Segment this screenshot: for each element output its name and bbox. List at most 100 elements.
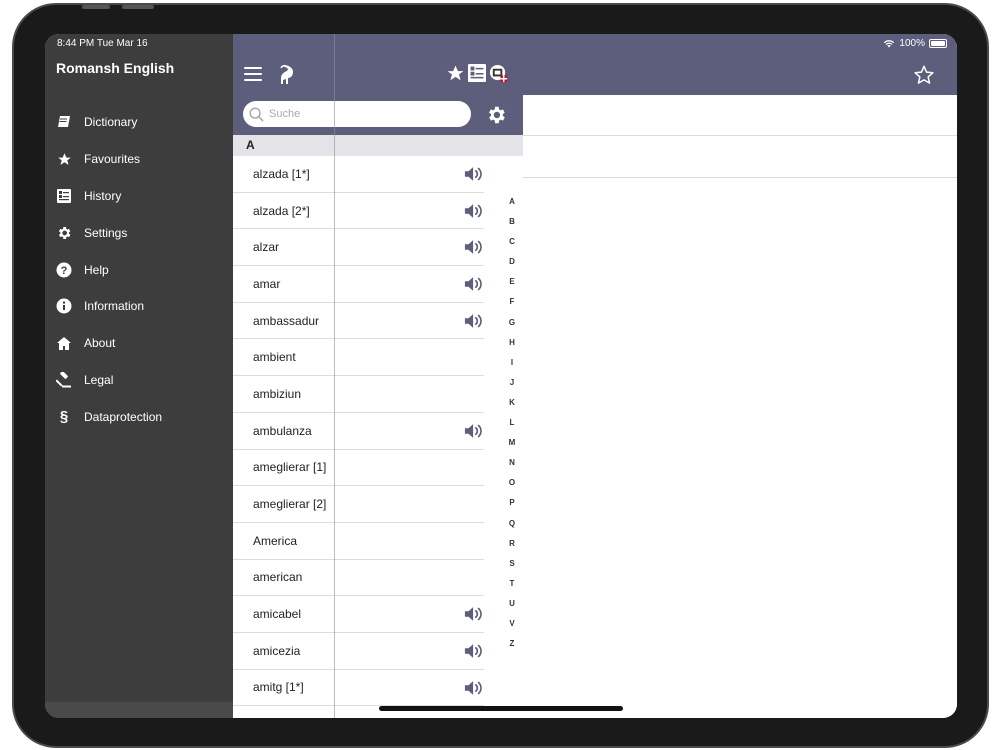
menu-button[interactable] [244,67,262,81]
index-letter[interactable]: B [505,212,519,232]
history-icon[interactable] [468,64,486,82]
speaker-icon[interactable] [464,422,484,440]
search-field[interactable] [243,101,471,127]
sidebar-footer [45,702,233,718]
index-letter[interactable]: N [505,453,519,473]
list-item-label: ameglierar [2] [253,497,327,512]
list-item-label: ambassadur [253,313,320,328]
sidebar-item-about[interactable]: About [45,325,233,362]
search-input[interactable] [269,108,449,120]
gavel-icon [56,371,72,388]
gear-icon[interactable] [485,104,507,126]
list-item[interactable]: ameglierar [1] [233,450,484,487]
index-letter[interactable]: D [505,252,519,272]
list-item-label: alzar [253,240,280,255]
list-item-label: amitg [1*] [253,680,304,695]
index-letter[interactable]: R [505,534,519,554]
home-indicator[interactable] [379,706,623,711]
list-item-label: ambient [253,350,296,365]
sidebar-item-label: Information [84,299,145,314]
list-item[interactable]: amar [233,266,484,303]
index-letter[interactable]: C [505,232,519,252]
index-letter[interactable]: U [505,594,519,614]
index-letter[interactable]: M [505,433,519,453]
sidebar-item-favourites[interactable]: Favourites [45,141,233,178]
list-item[interactable]: America [233,523,484,560]
list-item-label: ambulanza [253,423,312,438]
list-item[interactable]: alzada [1*] [233,156,484,193]
sidebar-item-information[interactable]: Information [45,288,233,325]
list-item[interactable]: amitg [1*] [233,670,484,707]
index-letter[interactable]: F [505,292,519,312]
index-letter[interactable]: K [505,393,519,413]
sidebar-item-label: Dataprotection [84,409,163,424]
index-letter[interactable]: O [505,473,519,493]
speaker-icon[interactable] [464,238,484,256]
list-item-label: amicezia [253,643,301,658]
favourite-star-icon[interactable] [913,64,935,86]
speaker-icon[interactable] [464,275,484,293]
index-letter[interactable]: T [505,574,519,594]
sidebar-nav: Dictionary Favourites History Settings ?… [45,104,233,435]
divider [523,177,957,178]
list-item[interactable]: ambiziun [233,376,484,413]
column-divider [334,34,335,718]
speaker-icon[interactable] [464,642,484,660]
list-item-label: ambiziun [253,386,302,401]
sidebar-item-legal[interactable]: Legal [45,362,233,399]
sidebar-item-history[interactable]: History [45,178,233,215]
alphabet-index: ABCDEFGHIJKLMNOPQRSTUVZ [505,192,519,654]
list-item-label: alzada [2*] [253,203,310,218]
sidebar-item-label: Legal [84,372,114,387]
sidebar-item-help[interactable]: ? Help [45,251,233,288]
list-item-label: alzada [1*] [253,166,310,181]
divider [523,135,957,136]
list-item[interactable]: ambassadur [233,303,484,340]
list-item[interactable]: ambulanza [233,413,484,450]
index-letter[interactable]: P [505,493,519,513]
list-item[interactable]: alzada [2*] [233,193,484,230]
sidebar-item-dictionary[interactable]: Dictionary [45,104,233,141]
ibex-logo-icon[interactable] [276,64,296,86]
index-letter[interactable]: H [505,333,519,353]
status-time: 8:44 PM Tue Mar 16 [57,38,148,49]
wifi-icon [884,40,895,48]
battery-icon [929,39,947,48]
index-letter[interactable]: Q [505,514,519,534]
sidebar-item-settings[interactable]: Settings [45,214,233,251]
list-item[interactable]: alzar [233,229,484,267]
index-letter[interactable]: S [505,554,519,574]
home-icon [56,335,72,351]
list-item[interactable]: american [233,560,484,597]
speaker-icon[interactable] [464,165,484,183]
history-icon [56,188,72,204]
index-letter[interactable]: Z [505,634,519,654]
detail-pane [523,95,957,718]
sidebar-item-dataprotection[interactable]: § Dataprotection [45,398,233,435]
speaker-icon[interactable] [464,679,484,697]
speaker-icon[interactable] [464,312,484,330]
index-letter[interactable]: G [505,313,519,333]
language-flag-icon[interactable] [489,64,508,83]
list-item-label: ameglierar [1] [253,460,327,475]
index-letter[interactable]: I [505,353,519,373]
list-item-label: amar [253,276,281,291]
section-header: A [233,135,523,156]
index-letter[interactable]: L [505,413,519,433]
speaker-icon[interactable] [464,605,484,623]
index-letter[interactable]: A [505,192,519,212]
list-item-label: America [253,533,298,548]
list-item[interactable]: ameglierar [2] [233,486,484,523]
index-letter[interactable]: V [505,614,519,634]
sidebar-item-label: Settings [84,225,128,240]
speaker-icon[interactable] [464,202,484,220]
list-item-label: amicabel [253,607,302,622]
list-item[interactable]: amicezia [233,633,484,670]
mode-icons [446,64,508,83]
index-letter[interactable]: E [505,272,519,292]
index-letter[interactable]: J [505,373,519,393]
star-icon[interactable] [446,64,465,83]
list-item[interactable]: ambient [233,339,484,377]
search-bar-row [233,95,523,135]
list-item[interactable]: amicabel [233,596,484,633]
